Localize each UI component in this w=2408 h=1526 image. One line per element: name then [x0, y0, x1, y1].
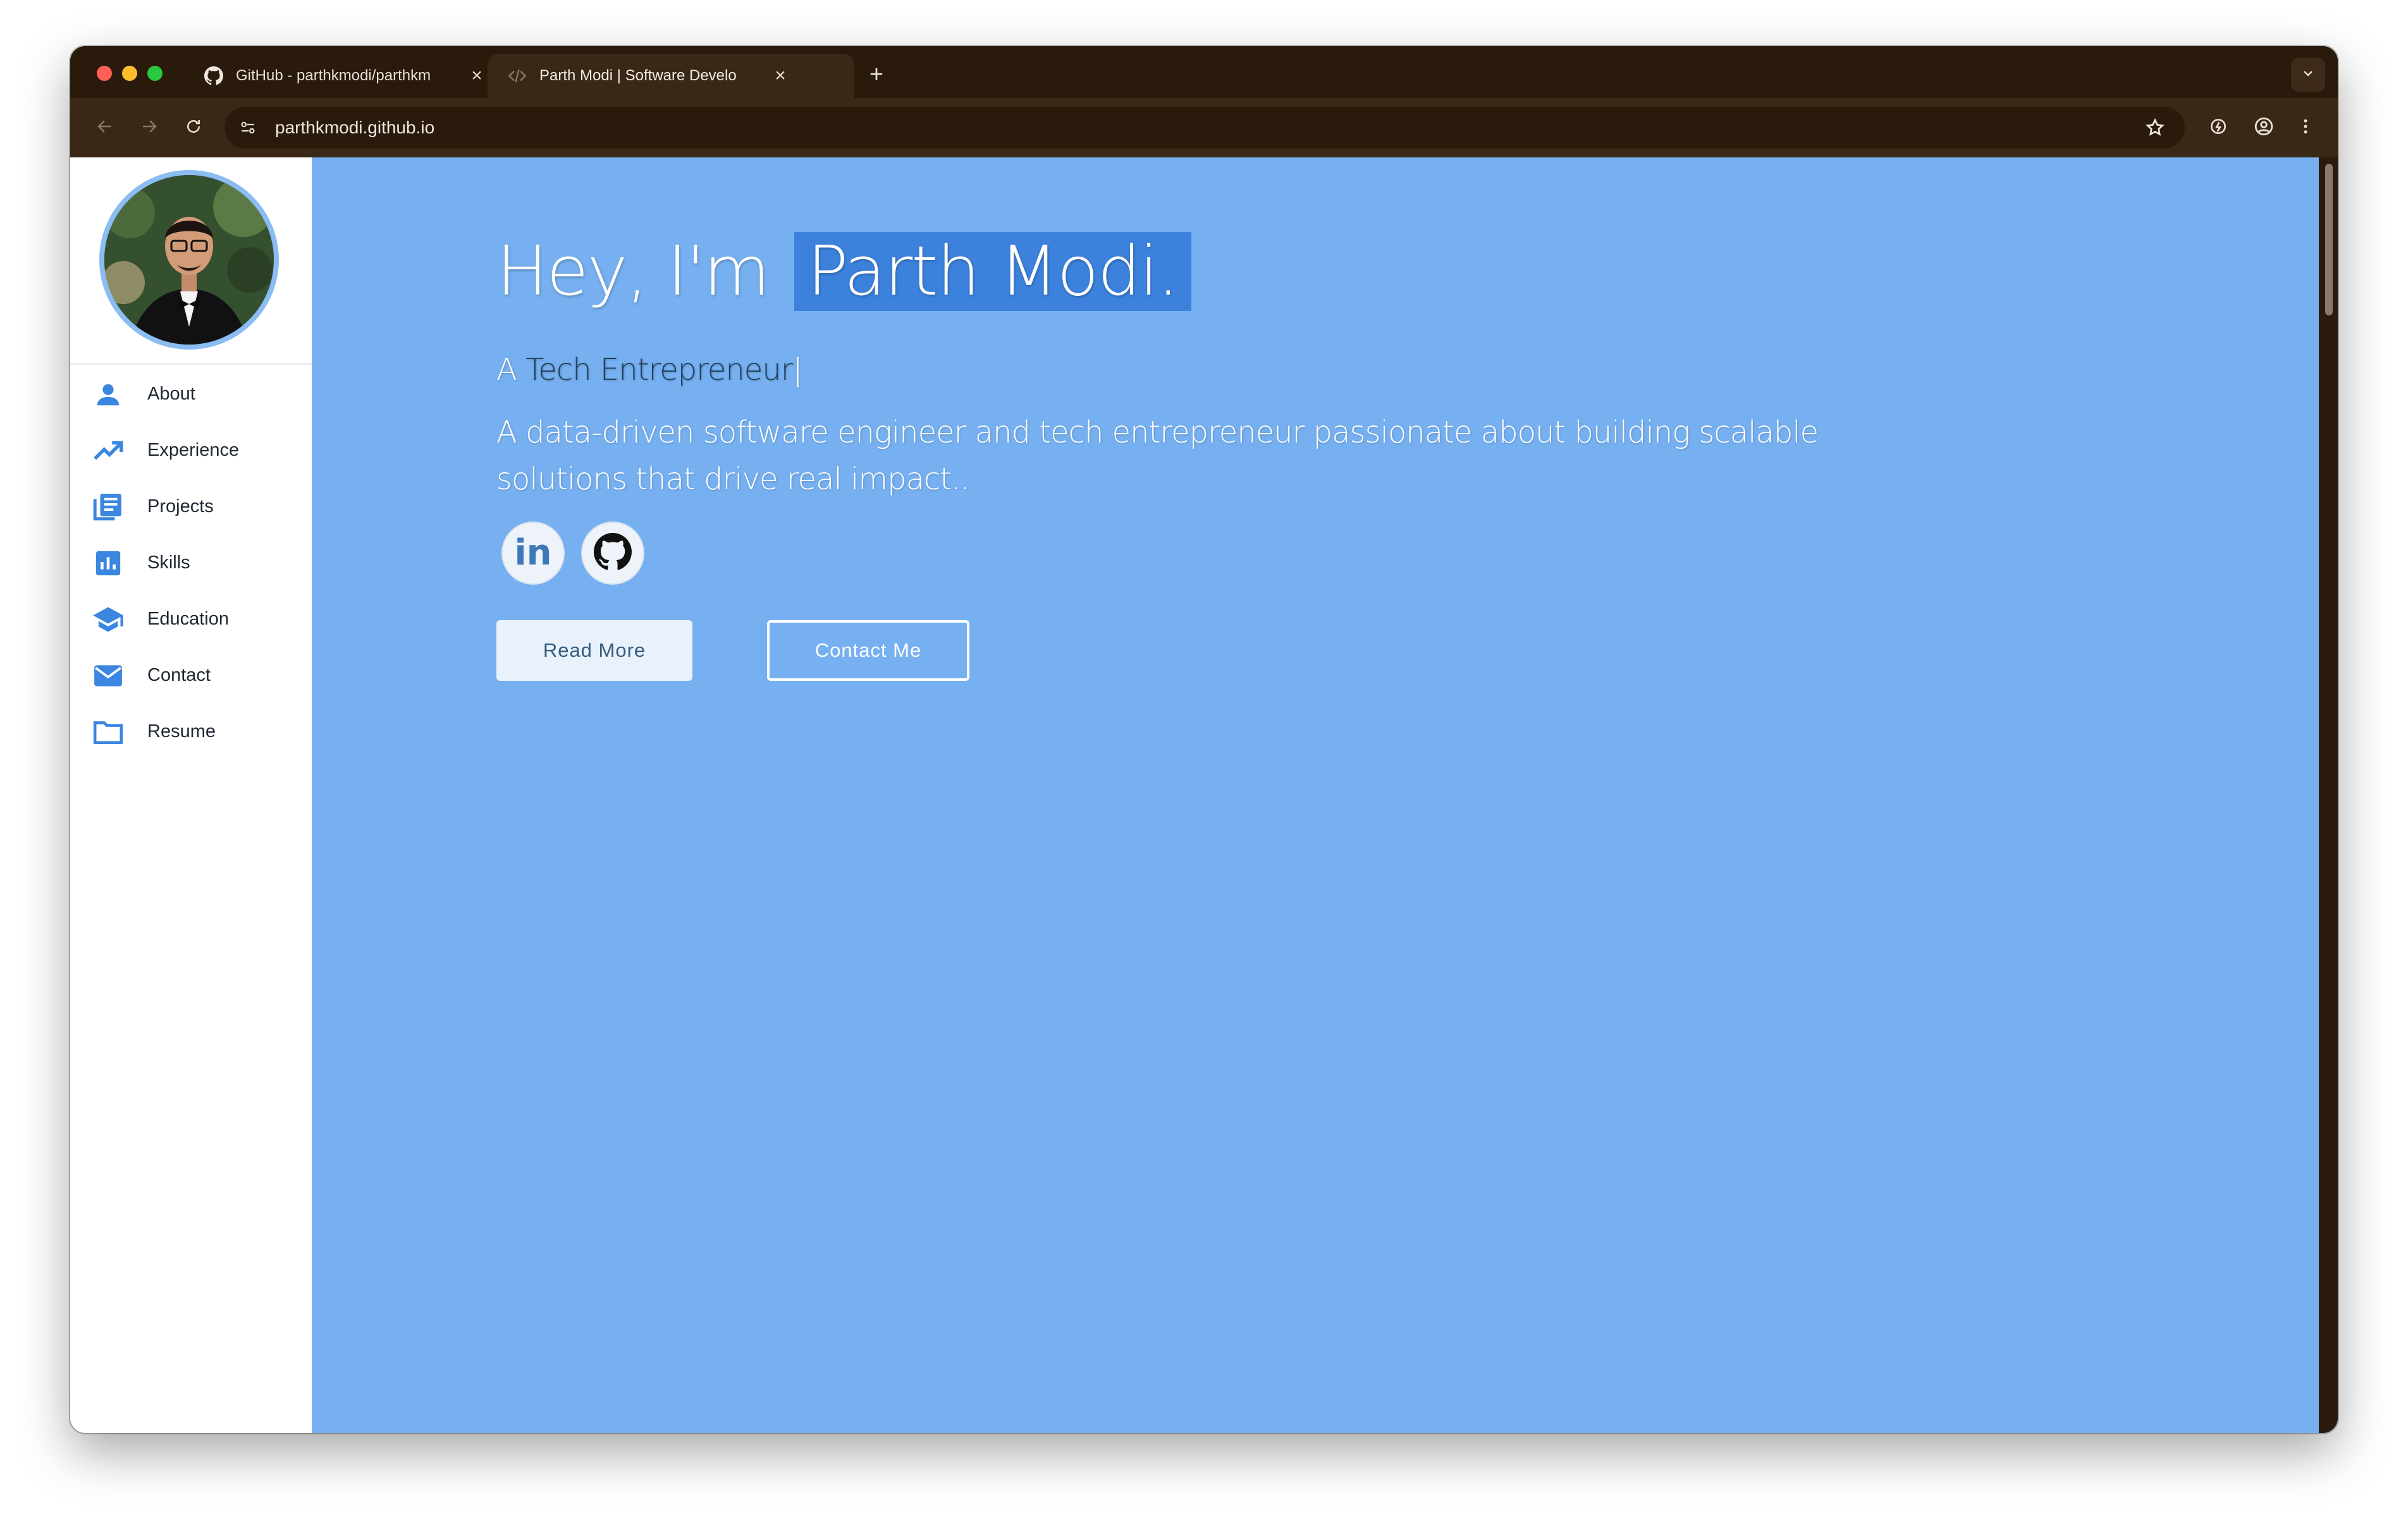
hero-greeting: Hey, I'm — [496, 232, 770, 311]
tab-title: GitHub - parthkmodi/parthkm — [236, 67, 431, 84]
sidebar-item-projects[interactable]: Projects — [70, 479, 312, 535]
sidebar: About Experience Projects Skills Educati… — [70, 157, 312, 1433]
site-info-icon[interactable] — [232, 112, 264, 143]
person-icon — [92, 378, 125, 411]
page-scrollbar[interactable] — [2319, 157, 2338, 1433]
hero-description: A data-driven software engineer and tech… — [496, 415, 1819, 497]
social-links: in — [501, 522, 661, 585]
reload-button[interactable] — [178, 112, 209, 143]
close-tab-icon[interactable]: × — [467, 65, 486, 87]
sidebar-item-skills[interactable]: Skills — [70, 535, 312, 591]
sidebar-item-label: Skills — [147, 552, 190, 573]
sidebar-item-experience[interactable]: Experience — [70, 422, 312, 479]
sidebar-item-label: Experience — [147, 440, 240, 460]
tab-search-button[interactable] — [2291, 58, 2325, 92]
tab-portfolio[interactable]: Parth Modi | Software Develo × — [488, 54, 854, 98]
tab-title: Parth Modi | Software Develo — [539, 67, 737, 84]
browser-menu-button[interactable] — [2290, 112, 2321, 143]
read-more-button[interactable]: Read More — [496, 620, 692, 681]
sidebar-item-label: Projects — [147, 496, 214, 516]
sidebar-item-resume[interactable]: Resume — [70, 704, 312, 760]
close-window-button[interactable] — [97, 66, 112, 81]
sidebar-nav: About Experience Projects Skills Educati… — [70, 366, 312, 760]
code-icon — [507, 65, 528, 87]
page-viewport: About Experience Projects Skills Educati… — [70, 157, 2338, 1433]
forward-button[interactable] — [133, 112, 165, 143]
typing-caret: | — [792, 352, 802, 388]
close-tab-icon[interactable]: × — [771, 65, 790, 87]
newspaper-icon — [92, 491, 125, 523]
linkedin-link[interactable]: in — [501, 522, 565, 585]
bookmark-star-icon[interactable] — [2141, 113, 2170, 142]
avatar — [99, 170, 279, 350]
browser-toolbar: parthkmodi.github.io — [70, 98, 2338, 157]
account-icon — [2253, 116, 2275, 140]
zoom-window-button[interactable] — [147, 66, 163, 81]
hero-tagline: A Tech Entrepreneur| — [496, 352, 803, 388]
back-button[interactable] — [89, 112, 121, 143]
github-icon — [203, 65, 224, 87]
github-link[interactable] — [581, 522, 644, 585]
envelope-icon — [92, 659, 125, 692]
contact-me-button[interactable]: Contact Me — [767, 620, 969, 681]
chevron-down-icon — [2300, 66, 2316, 84]
address-bar[interactable]: parthkmodi.github.io — [224, 107, 2185, 149]
arrow-left-icon — [95, 117, 114, 139]
hero-title: Hey, I'm Parth Modi. — [496, 232, 1192, 311]
folder-icon — [92, 716, 125, 748]
tagline-prefix: A — [496, 352, 517, 388]
more-vert-icon — [2296, 117, 2315, 139]
tagline-typed-text: Tech Entrepreneur — [525, 352, 793, 388]
sidebar-item-label: Resume — [147, 721, 216, 742]
sidebar-item-label: Contact — [147, 665, 211, 685]
scrollbar-thumb[interactable] — [2325, 164, 2333, 315]
hero-section: Hey, I'm Parth Modi. A Tech Entrepreneur… — [312, 157, 2319, 1433]
hero-name: Parth Modi. — [794, 232, 1192, 311]
reload-icon — [184, 117, 203, 139]
sidebar-item-label: Education — [147, 609, 229, 629]
graduation-cap-icon — [92, 603, 125, 636]
sidebar-item-label: About — [147, 384, 195, 404]
browser-window: GitHub - parthkmodi/parthkm × Parth Modi… — [70, 46, 2338, 1433]
github-icon — [594, 532, 632, 574]
extension-button[interactable] — [2202, 112, 2234, 143]
linkedin-icon: in — [514, 532, 552, 573]
extension-icon — [2208, 116, 2228, 140]
profile-header — [70, 157, 312, 365]
sidebar-item-education[interactable]: Education — [70, 591, 312, 647]
tab-strip: GitHub - parthkmodi/parthkm × Parth Modi… — [70, 46, 2338, 98]
trending-up-icon — [92, 434, 125, 467]
arrow-right-icon — [140, 117, 159, 139]
url-text: parthkmodi.github.io — [275, 118, 435, 137]
profile-button[interactable] — [2248, 112, 2280, 143]
new-tab-button[interactable]: + — [861, 59, 892, 90]
minimize-window-button[interactable] — [122, 66, 137, 81]
sidebar-item-about[interactable]: About — [70, 366, 312, 422]
bar-chart-icon — [92, 547, 125, 580]
sidebar-item-contact[interactable]: Contact — [70, 647, 312, 704]
